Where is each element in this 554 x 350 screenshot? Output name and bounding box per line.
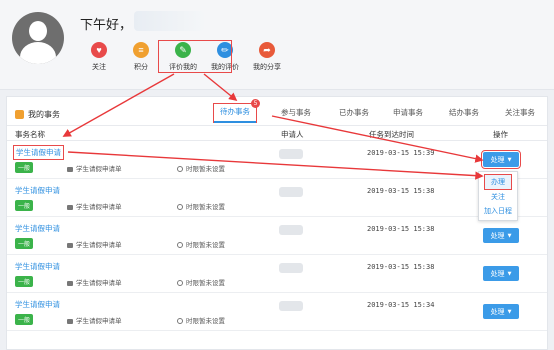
- time-limit-label: 时限暂未设置: [177, 239, 225, 249]
- priority-tag: 一般: [15, 162, 34, 173]
- time-limit-label: 时限暂未设置: [177, 201, 225, 211]
- folder-icon: [67, 166, 73, 172]
- category-label: 学生请假申请单: [67, 201, 122, 211]
- process-button[interactable]: 处理 ▼: [483, 228, 519, 243]
- tab-participated[interactable]: 参与事务: [281, 107, 311, 118]
- arrival-time: 2019-03-15 15:39: [367, 149, 435, 157]
- avatar-head: [29, 21, 47, 41]
- category-label: 学生请假申请单: [67, 239, 122, 249]
- col-deadline: 任务到达时间: [369, 130, 414, 139]
- menu-item-add-schedule[interactable]: 加入日程: [479, 204, 517, 218]
- greeting-text: 下午好，: [80, 18, 133, 33]
- profile-header: 下午好， ♥ 关注 ≡ 积分 ✎ 评价我的 ✏ 我的评价 ➦ 我的分享: [0, 0, 554, 90]
- table-row: 学生请假申请 一般 学生请假申请单 时限暂未设置 2019-03-15 15:3…: [7, 179, 547, 217]
- folder-icon: [67, 280, 73, 286]
- process-button[interactable]: 处理 ▼: [483, 304, 519, 319]
- table-row: 学生请假申请 一般 学生请假申请单 时限暂未设置 2019-03-15 15:3…: [7, 255, 547, 293]
- panel-title: 我的事务: [15, 109, 60, 120]
- avatar[interactable]: [12, 12, 64, 64]
- priority-tag: 一般: [15, 314, 34, 325]
- share-icon: ➦: [259, 42, 275, 58]
- folder-icon: [67, 318, 73, 324]
- task-title-link[interactable]: 学生请假申请: [15, 261, 60, 272]
- clock-icon: [177, 166, 183, 172]
- time-limit-label: 时限暂未设置: [177, 163, 225, 173]
- process-button[interactable]: 处理 ▼: [481, 150, 521, 169]
- table-row: 学生请假申请 一般 学生请假申请单 时限暂未设置 2019-03-15 15:3…: [7, 141, 547, 179]
- arrival-time: 2019-03-15 15:38: [367, 187, 435, 195]
- applicant-redacted: [279, 149, 303, 159]
- heart-icon: ♥: [91, 42, 107, 58]
- applicant-redacted: [279, 187, 303, 197]
- task-title-link[interactable]: 学生请假申请: [13, 145, 64, 160]
- my-tasks-panel: 我的事务 待办事务 5 参与事务 已办事务 申请事务 结办事务 关注事务 事务名…: [6, 96, 548, 350]
- arrival-time: 2019-03-15 15:34: [367, 301, 435, 309]
- priority-tag: 一般: [15, 276, 34, 287]
- avatar-shoulders: [20, 42, 56, 64]
- tab-followed[interactable]: 关注事务: [505, 107, 535, 118]
- tasks-icon: [15, 110, 24, 119]
- caret-down-icon: ▼: [507, 270, 512, 277]
- tab-applied[interactable]: 申请事务: [393, 107, 423, 118]
- menu-item-follow[interactable]: 关注: [479, 190, 517, 204]
- follow-label: 关注: [92, 63, 106, 71]
- table-row: 学生请假申请 一般 学生请假申请单 时限暂未设置 2019-03-15 15:3…: [7, 217, 547, 255]
- applicant-redacted: [279, 301, 303, 311]
- points-label: 积分: [134, 63, 148, 71]
- my-share-action[interactable]: ➦ 我的分享: [246, 42, 288, 72]
- col-applicant: 申请人: [281, 130, 304, 139]
- follow-action[interactable]: ♥ 关注: [78, 42, 120, 72]
- applicant-redacted: [279, 263, 303, 273]
- category-label: 学生请假申请单: [67, 277, 122, 287]
- clock-icon: [177, 204, 183, 210]
- clock-icon: [177, 318, 183, 324]
- task-title-link[interactable]: 学生请假申请: [15, 223, 60, 234]
- col-action: 操作: [493, 130, 508, 139]
- arrival-time: 2019-03-15 15:38: [367, 263, 435, 271]
- process-button[interactable]: 处理 ▼: [483, 266, 519, 281]
- table-row: 学生请假申请 一般 学生请假申请单 时限暂未设置 2019-03-15 15:3…: [7, 293, 547, 331]
- time-limit-label: 时限暂未设置: [177, 277, 225, 287]
- category-label: 学生请假申请单: [67, 315, 122, 325]
- coins-icon: ≡: [133, 42, 149, 58]
- clock-icon: [177, 242, 183, 248]
- tab-closed[interactable]: 结办事务: [449, 107, 479, 118]
- folder-icon: [67, 242, 73, 248]
- col-name: 事务名称: [15, 130, 45, 139]
- tab-done[interactable]: 已办事务: [339, 107, 369, 118]
- caret-down-icon: ▼: [507, 156, 512, 163]
- table-header: 事务名称 申请人 任务到达时间 操作: [7, 125, 547, 141]
- username-redacted: [134, 11, 204, 31]
- category-label: 学生请假申请单: [67, 163, 122, 173]
- points-action[interactable]: ≡ 积分: [120, 42, 162, 72]
- clock-icon: [177, 280, 183, 286]
- task-title-link[interactable]: 学生请假申请: [15, 185, 60, 196]
- caret-down-icon: ▼: [507, 308, 512, 315]
- pending-count-badge: 5: [251, 99, 260, 108]
- menu-item-handle[interactable]: 办理: [484, 174, 512, 190]
- panel-title-text: 我的事务: [28, 110, 60, 119]
- my-share-label: 我的分享: [253, 63, 281, 71]
- tab-pending[interactable]: 待办事务 5: [213, 99, 260, 123]
- folder-icon: [67, 204, 73, 210]
- applicant-redacted: [279, 225, 303, 235]
- caret-down-icon: ▼: [507, 232, 512, 239]
- tab-pending-label: 待办事务: [220, 107, 250, 116]
- task-title-link[interactable]: 学生请假申请: [15, 299, 60, 310]
- process-dropdown-menu: 办理 关注 加入日程: [478, 171, 518, 221]
- arrival-time: 2019-03-15 15:38: [367, 225, 435, 233]
- priority-tag: 一般: [15, 238, 34, 249]
- annotation-box: [158, 40, 232, 73]
- priority-tag: 一般: [15, 200, 34, 211]
- time-limit-label: 时限暂未设置: [177, 315, 225, 325]
